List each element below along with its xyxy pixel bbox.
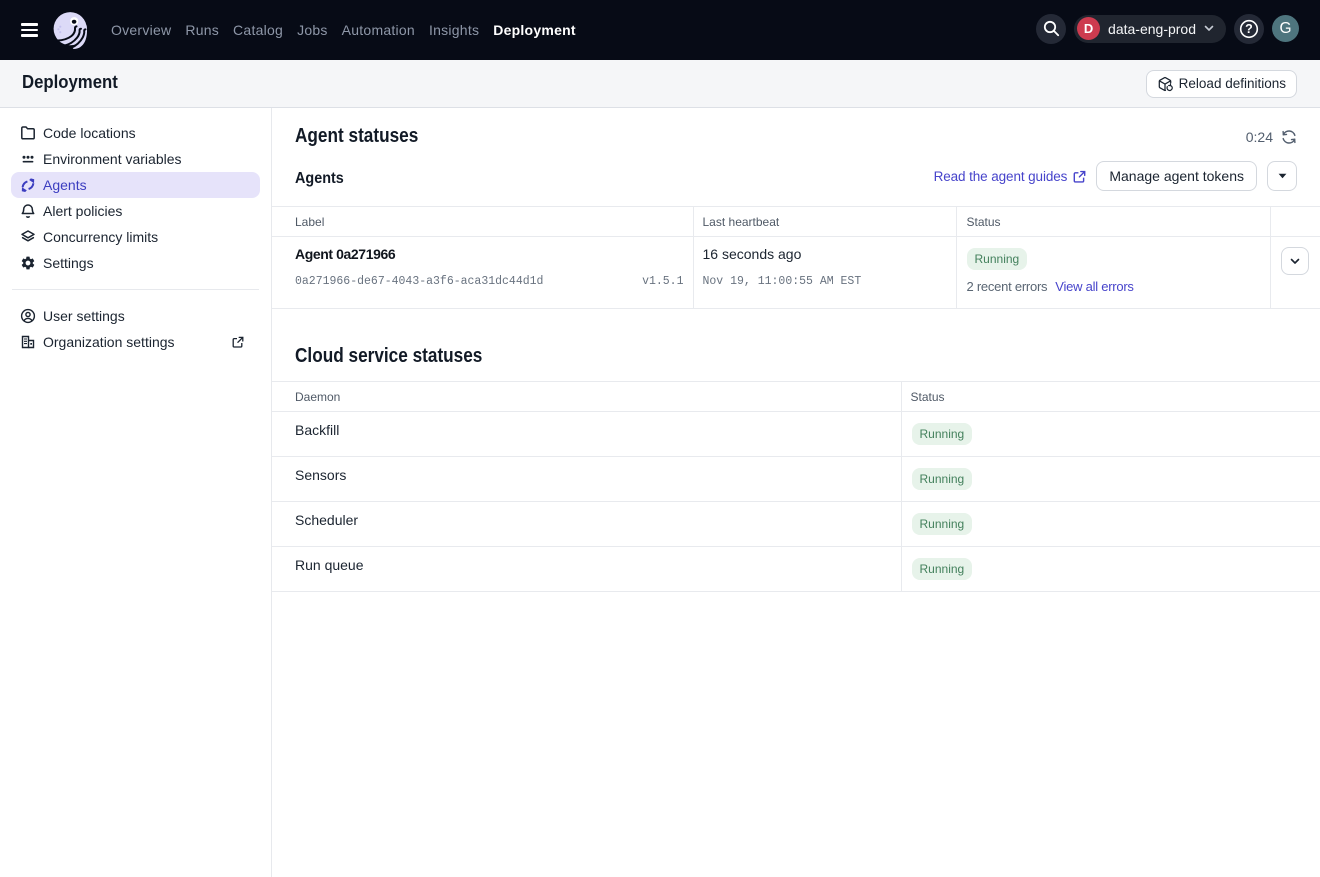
svg-text:?: ? xyxy=(1245,22,1253,36)
